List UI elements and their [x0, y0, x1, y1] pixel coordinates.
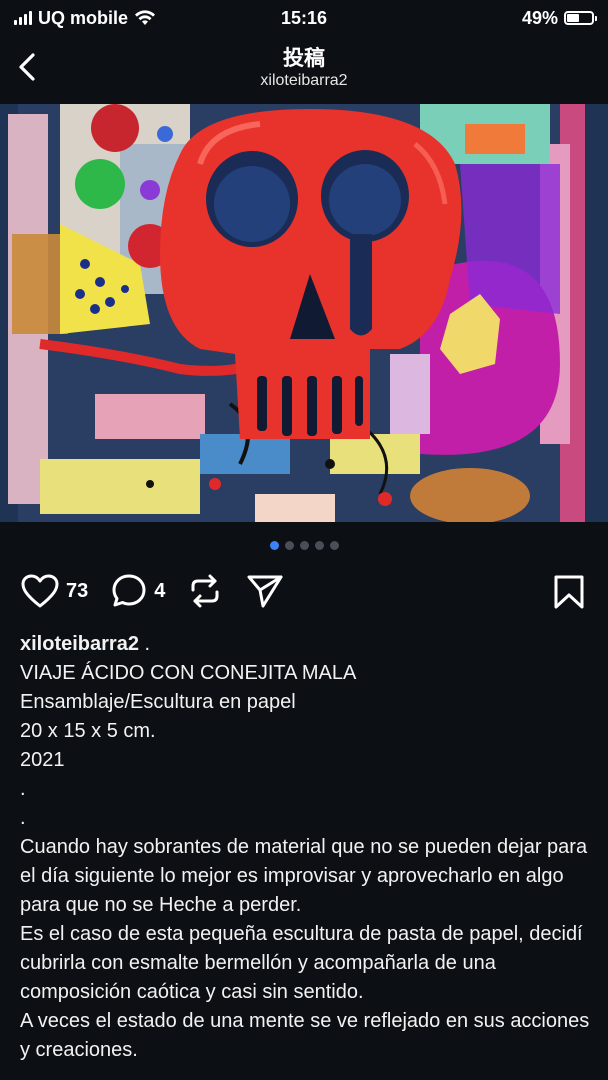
comment-icon: [112, 574, 146, 607]
carousel-dot[interactable]: [284, 541, 294, 550]
post-caption: xiloteibarra2 . VIAJE ÁCIDO CON CONEJITA…: [20, 630, 592, 1065]
like-button[interactable]: 73: [20, 573, 88, 609]
share-button[interactable]: [245, 572, 285, 610]
caption-paragraph: A veces el estado de una mente se ve ref…: [20, 1010, 595, 1061]
carousel-dots: [0, 541, 608, 550]
battery-percent: 49%: [521, 7, 558, 28]
signal-icon: [14, 11, 32, 25]
page-subtitle[interactable]: xiloteibarra2: [0, 72, 608, 90]
caption-header: xiloteibarra2 .: [20, 630, 592, 659]
status-left: UQ mobile: [14, 8, 156, 29]
caption-paragraph: Cuando hay sobrantes de material que no …: [20, 836, 593, 916]
comment-count: 4: [154, 579, 166, 602]
status-right: 49%: [521, 7, 597, 29]
bookmark-button[interactable]: [552, 574, 586, 615]
repost-icon: [191, 574, 219, 608]
comment-button[interactable]: 4: [110, 572, 165, 610]
action-bar: 73 4: [0, 568, 608, 614]
carousel-dot[interactable]: [299, 541, 309, 550]
caption-paragraph: Es el caso de esta pequeña escultura de …: [20, 923, 589, 1003]
caption-username[interactable]: xiloteibarra2: [20, 633, 139, 655]
caption-line: 2021: [20, 749, 65, 771]
caption-line: .: [20, 778, 26, 800]
carousel-dot[interactable]: [329, 541, 339, 550]
send-icon: [247, 575, 283, 608]
battery-fill: [567, 14, 579, 22]
wifi-icon: [135, 10, 156, 25]
post-image[interactable]: [0, 104, 608, 522]
status-bar: UQ mobile 15:16 49%: [0, 0, 608, 36]
nav-header: 投稿 xiloteibarra2: [0, 36, 608, 102]
caption-username-suffix: .: [138, 633, 151, 655]
bookmark-icon: [554, 575, 584, 609]
carousel-dot[interactable]: [269, 541, 279, 550]
repost-button[interactable]: [187, 572, 223, 610]
caption-line: .: [20, 807, 26, 829]
like-count: 73: [66, 579, 89, 602]
caption-line: Ensamblaje/Escultura en papel: [20, 691, 296, 713]
artwork-image: [0, 104, 608, 522]
caption-line: VIAJE ÁCIDO CON CONEJITA MALA: [20, 662, 357, 684]
page-title: 投稿: [283, 47, 325, 70]
carrier-label: UQ mobile: [38, 7, 129, 28]
caption-line: 20 x 15 x 5 cm.: [20, 720, 156, 742]
battery-icon: [564, 11, 597, 25]
carousel-dot[interactable]: [314, 541, 324, 550]
heart-icon: [21, 574, 59, 608]
